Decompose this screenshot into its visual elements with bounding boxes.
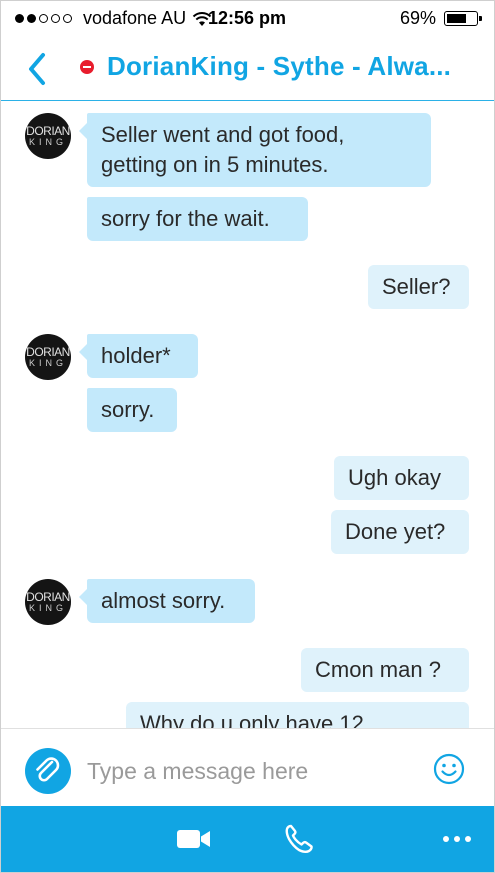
signal-strength-icon: [15, 14, 75, 23]
message-text: sorry.: [101, 397, 155, 422]
back-chevron-icon[interactable]: [23, 51, 51, 87]
avatar-text-line2: KING: [28, 358, 67, 368]
message-text: Why do u only have 12: [140, 711, 364, 728]
incoming-message[interactable]: holder*: [79, 334, 198, 378]
avatar-text-line2: KING: [28, 603, 67, 613]
attach-button[interactable]: [25, 748, 71, 794]
message-text: almost sorry.: [101, 588, 226, 613]
voice-call-button[interactable]: [269, 806, 329, 872]
message-text: Done yet?: [345, 519, 446, 544]
status-bar: vodafone AU 12:56 pm 69%: [1, 1, 494, 37]
incoming-message[interactable]: Seller went and got food, getting on in …: [79, 113, 431, 187]
skype-chat-screen: vodafone AU 12:56 pm 69% DorianKing - Sy…: [0, 0, 495, 873]
battery-percent: 69%: [399, 8, 436, 28]
outgoing-message[interactable]: Why do u only have 12: [126, 702, 469, 728]
carrier-name: vodafone AU: [83, 8, 187, 28]
incoming-message[interactable]: sorry for the wait.: [87, 197, 308, 241]
outgoing-message[interactable]: Cmon man ?: [301, 648, 469, 692]
paperclip-icon: [36, 757, 60, 782]
status-left: vodafone AU: [15, 8, 212, 29]
contact-avatar[interactable]: DORIAN KING: [25, 579, 71, 625]
status-right: 69%: [399, 8, 482, 29]
battery-icon: [444, 11, 482, 26]
conversation-title[interactable]: DorianKing - Sythe - Alwa...: [107, 51, 451, 82]
message-text: Seller?: [382, 274, 451, 299]
incoming-message[interactable]: sorry.: [87, 388, 177, 432]
outgoing-message[interactable]: Seller?: [368, 265, 469, 309]
outgoing-message[interactable]: Done yet?: [331, 510, 469, 554]
message-text: Ugh okay: [348, 465, 441, 490]
avatar-text-line2: KING: [28, 137, 67, 147]
phone-icon: [285, 824, 313, 853]
message-text: sorry for the wait.: [101, 206, 270, 231]
outgoing-message[interactable]: Ugh okay: [334, 456, 469, 500]
chat-header: DorianKing - Sythe - Alwa...: [1, 37, 494, 101]
incoming-message[interactable]: almost sorry.: [79, 579, 255, 623]
avatar-text-line1: DORIAN: [26, 124, 70, 138]
smiley-icon[interactable]: [433, 753, 465, 785]
message-text: getting on in 5 minutes.: [101, 152, 329, 177]
message-input[interactable]: [87, 753, 417, 789]
more-icon: [443, 836, 471, 842]
avatar-text-line1: DORIAN: [26, 345, 70, 359]
message-list[interactable]: DORIAN KING Seller went and got food, ge…: [1, 101, 494, 728]
presence-dnd-icon: [80, 60, 94, 74]
video-camera-icon: [177, 830, 210, 848]
more-options-button[interactable]: [427, 806, 487, 872]
message-text: Seller went and got food,: [101, 122, 345, 147]
message-text: holder*: [101, 343, 171, 368]
contact-avatar[interactable]: DORIAN KING: [25, 113, 71, 159]
call-action-bar: [1, 806, 494, 872]
composer-bar: [1, 728, 494, 807]
video-call-button[interactable]: [164, 806, 224, 872]
contact-avatar[interactable]: DORIAN KING: [25, 334, 71, 380]
status-time: 12:56 pm: [208, 8, 287, 28]
avatar-text-line1: DORIAN: [26, 590, 70, 604]
message-text: Cmon man ?: [315, 657, 441, 682]
